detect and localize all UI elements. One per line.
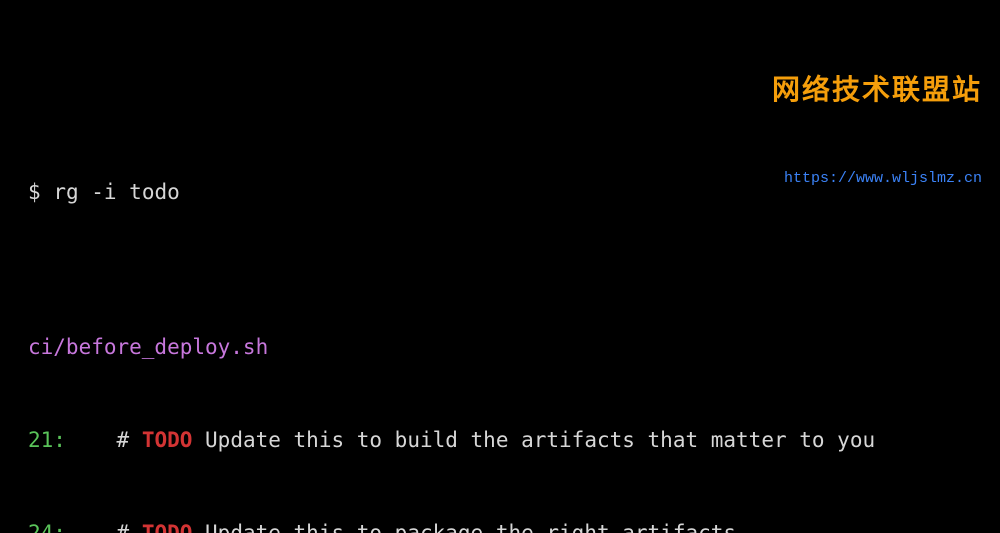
result-line: 24: # TODO Update this to package the ri… [28,518,972,533]
line-text-before: # [66,428,142,452]
line-number: 21 [28,428,53,452]
result-line: 21: # TODO Update this to build the arti… [28,425,972,456]
match-text: TODO [142,428,193,452]
line-text-after: Update this to build the artifacts that … [192,428,875,452]
command-line: $ rg -i todo [28,177,972,208]
prompt-symbol: $ [28,180,41,204]
match-text: TODO [142,521,193,533]
entered-command: rg -i todo [53,180,179,204]
result-file-path: ci/before_deploy.sh [28,332,972,363]
watermark-title: 网络技术联盟站 [772,74,982,106]
line-text-before: # [66,521,142,533]
terminal-window[interactable]: 网络技术联盟站 https://www.wljslmz.cn $ rg -i t… [0,0,1000,533]
line-number: 24 [28,521,53,533]
line-text-after: Update this to package the right artifac… [192,521,736,533]
watermark: 网络技术联盟站 https://www.wljslmz.cn [772,12,982,252]
